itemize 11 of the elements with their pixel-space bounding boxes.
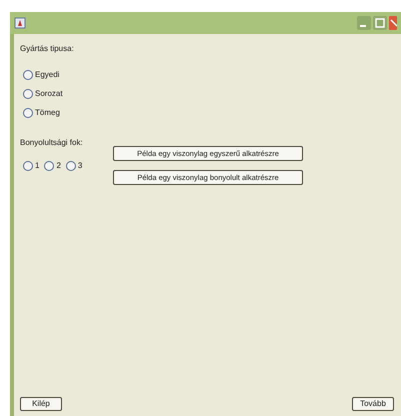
section-label: Gyártás tipusa: — [20, 43, 75, 55]
next-button[interactable]: Tovább — [352, 397, 394, 411]
maximize-icon[interactable] — [373, 16, 387, 30]
minimize-icon[interactable] — [357, 16, 371, 30]
exit-button[interactable]: Kilép — [20, 397, 62, 411]
app-icon — [14, 17, 26, 29]
radio-button[interactable]: Egyedi — [23, 69, 60, 81]
close-icon[interactable] — [389, 16, 397, 30]
radio-button[interactable]: Tömeg — [23, 107, 60, 119]
section-label: Bonyolultsági fok: — [20, 137, 83, 149]
radio-button[interactable]: Sorozat — [23, 88, 63, 100]
